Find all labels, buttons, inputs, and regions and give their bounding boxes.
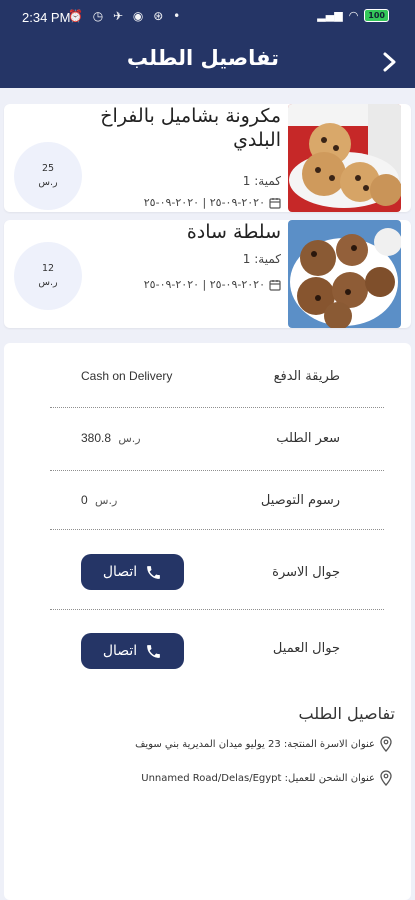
item-image [288,104,401,212]
back-arrow-icon[interactable] [377,48,401,76]
notification-icons: ⏰ ◷ ✈ ◉ ⊛ • [68,9,184,23]
delivery-fee-label: رسوم التوصيل [260,493,340,508]
delivery-fee-value: ر.س 0 [81,493,117,507]
status-time: 2:34 PM [22,10,71,25]
item-date-row: ٢٠٢٠-٠٩-٢٥ | ٢٠٢٠-٠٩-٢٥ [144,278,281,291]
payment-method-row: طريقة الدفع Cash on Delivery [48,365,384,425]
divider [50,470,384,471]
call-customer-button[interactable]: اتصال [81,633,184,669]
divider [50,529,384,530]
order-price-row: سعر الطلب ر.س 380.8 [48,427,384,487]
order-details-title: تفاصيل الطلب [298,704,396,723]
item-price: 12 [41,263,55,274]
location-pin-icon [380,736,392,752]
signal-icon: ▂▄▆ [317,9,343,22]
item-name: مكرونة بشاميل بالفراخ البلدي [100,105,281,151]
delivery-fee-currency: ر.س [95,494,118,507]
family-phone-label: جوال الاسرة [272,565,340,580]
item-image [288,220,401,328]
battery-icon: 100 [364,9,389,22]
delivery-fee-row: رسوم التوصيل ر.س 0 [48,489,384,549]
phone-icon [147,644,161,658]
payment-method-value: Cash on Delivery [81,369,173,383]
item-currency: ر.س [38,177,58,188]
order-item-card[interactable]: مكرونة بشاميل بالفراخ البلدي كمية: 1 ٢٠٢… [4,104,411,212]
shipping-address: عنوان الشحن للعميل: Unnamed Road/Delas/E… [141,772,375,784]
system-icons: ▂▄▆ ◠ 100 [317,9,389,22]
item-quantity: كمية: 1 [242,174,281,188]
order-price-value: ر.س 380.8 [81,431,141,445]
item-currency: ر.س [38,277,58,288]
item-price: 25 [41,163,55,174]
order-price-label: سعر الطلب [276,431,340,446]
divider [50,609,384,610]
calendar-icon [269,197,281,209]
customer-phone-label: جوال العميل [272,641,340,656]
family-address-row: عنوان الاسرة المنتجة: 23 يوليو ميدان الم… [135,736,393,752]
location-pin-icon [380,770,392,786]
status-bar: 2:34 PM ⏰ ◷ ✈ ◉ ⊛ • ▂▄▆ ◠ 100 [0,0,415,36]
item-date-row: ٢٠٢٠-٠٩-٢٥ | ٢٠٢٠-٠٩-٢٥ [144,196,281,209]
item-name: سلطة سادة [186,221,281,243]
divider [50,407,384,408]
item-date: ٢٠٢٠-٠٩-٢٥ | ٢٠٢٠-٠٩-٢٥ [143,278,265,291]
item-price-badge: 25 ر.س [14,142,82,210]
call-family-label: اتصال [102,564,138,580]
delivery-fee-amount: 0 [81,493,88,507]
payment-method-label: طريقة الدفع [273,369,340,384]
item-date: ٢٠٢٠-٠٩-٢٥ | ٢٠٢٠-٠٩-٢٥ [143,196,265,209]
family-address: عنوان الاسرة المنتجة: 23 يوليو ميدان الم… [135,738,375,750]
wifi-icon: ◠ [348,9,359,22]
app-bar: تفاصيل الطلب [0,36,415,88]
order-item-card[interactable]: سلطة سادة كمية: 1 ٢٠٢٠-٠٩-٢٥ | ٢٠٢٠-٠٩-٢… [4,220,411,328]
order-summary-panel: طريقة الدفع Cash on Delivery سعر الطلب ر… [4,343,411,900]
page-title: تفاصيل الطلب [126,46,279,70]
order-price-currency: ر.س [118,432,141,445]
call-family-button[interactable]: اتصال [81,554,184,590]
phone-icon [147,565,161,579]
item-price-badge: 12 ر.س [14,242,82,310]
order-price-amount: 380.8 [81,431,112,445]
item-quantity: كمية: 1 [242,252,281,266]
shipping-address-row: عنوان الشحن للعميل: Unnamed Road/Delas/E… [141,770,393,786]
call-customer-label: اتصال [102,643,138,659]
calendar-icon [269,279,281,291]
